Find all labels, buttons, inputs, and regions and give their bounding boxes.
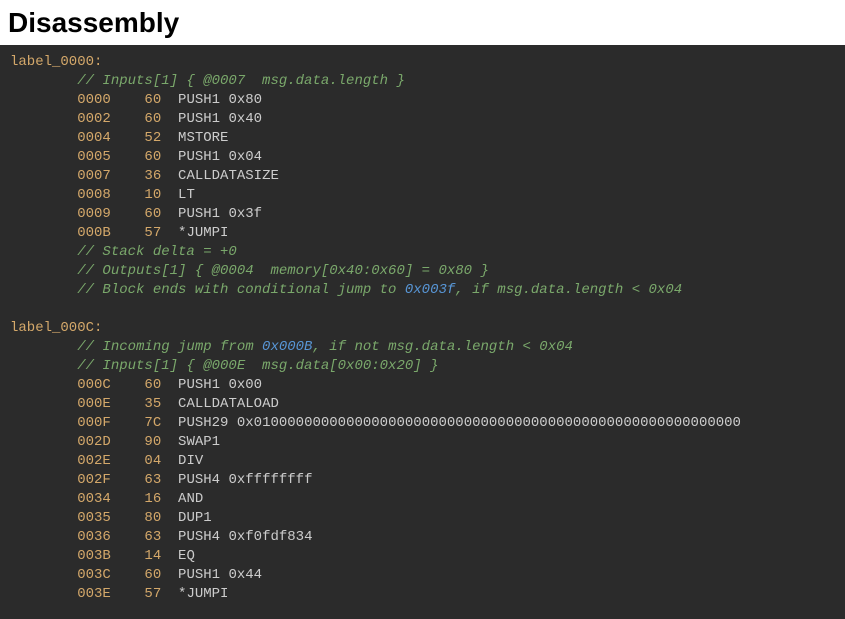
offset: 0002 bbox=[10, 111, 111, 127]
code-line: // Outputs[1] { @0004 memory[0x40:0x60] … bbox=[10, 262, 845, 281]
code-line: // Stack delta = +0 bbox=[10, 243, 845, 262]
opcode-mnemonic: PUSH1 0x40 bbox=[161, 111, 262, 127]
offset: 0008 bbox=[10, 187, 111, 203]
opcode-mnemonic: DUP1 bbox=[161, 510, 211, 526]
opcode-mnemonic: SWAP1 bbox=[161, 434, 220, 450]
offset: 000F bbox=[10, 415, 111, 431]
code-label: label_0000: bbox=[10, 53, 845, 72]
opcode-mnemonic: PUSH1 0x00 bbox=[161, 377, 262, 393]
opcode-mnemonic: PUSH1 0x04 bbox=[161, 149, 262, 165]
code-line: 002F 63 PUSH4 0xffffffff bbox=[10, 471, 845, 490]
opcode-mnemonic: CALLDATALOAD bbox=[161, 396, 279, 412]
opcode-byte: 10 bbox=[111, 187, 161, 203]
code-line: 0035 80 DUP1 bbox=[10, 509, 845, 528]
offset: 000B bbox=[10, 225, 111, 241]
code-line: 0009 60 PUSH1 0x3f bbox=[10, 205, 845, 224]
opcode-mnemonic: PUSH4 0xffffffff bbox=[161, 472, 312, 488]
offset: 003B bbox=[10, 548, 111, 564]
code-line: 000B 57 *JUMPI bbox=[10, 224, 845, 243]
offset: 000C bbox=[10, 377, 111, 393]
code-line: 002E 04 DIV bbox=[10, 452, 845, 471]
code-line: 000F 7C PUSH29 0x01000000000000000000000… bbox=[10, 414, 845, 433]
offset: 0000 bbox=[10, 92, 111, 108]
code-line: 0002 60 PUSH1 0x40 bbox=[10, 110, 845, 129]
code-label: label_000C: bbox=[10, 319, 845, 338]
opcode-byte: 04 bbox=[111, 453, 161, 469]
opcode-mnemonic: LT bbox=[161, 187, 195, 203]
offset: 002D bbox=[10, 434, 111, 450]
code-line: 0000 60 PUSH1 0x80 bbox=[10, 91, 845, 110]
code-line: 0034 16 AND bbox=[10, 490, 845, 509]
page-title: Disassembly bbox=[0, 0, 845, 45]
opcode-byte: 16 bbox=[111, 491, 161, 507]
code-line: 0004 52 MSTORE bbox=[10, 129, 845, 148]
opcode-byte: 63 bbox=[111, 472, 161, 488]
opcode-byte: 80 bbox=[111, 510, 161, 526]
opcode-byte: 57 bbox=[111, 225, 161, 241]
opcode-byte: 35 bbox=[111, 396, 161, 412]
offset: 000E bbox=[10, 396, 111, 412]
code-line: // Block ends with conditional jump to 0… bbox=[10, 281, 845, 300]
offset: 003C bbox=[10, 567, 111, 583]
offset: 0034 bbox=[10, 491, 111, 507]
code-line: 0036 63 PUSH4 0xf0fdf834 bbox=[10, 528, 845, 547]
code-line: 0007 36 CALLDATASIZE bbox=[10, 167, 845, 186]
code-line: 000C 60 PUSH1 0x00 bbox=[10, 376, 845, 395]
opcode-byte: 63 bbox=[111, 529, 161, 545]
opcode-mnemonic: PUSH1 0x44 bbox=[161, 567, 262, 583]
opcode-mnemonic: PUSH1 0x80 bbox=[161, 92, 262, 108]
opcode-mnemonic: DIV bbox=[161, 453, 203, 469]
opcode-byte: 60 bbox=[111, 92, 161, 108]
opcode-mnemonic: *JUMPI bbox=[161, 225, 228, 241]
offset: 0005 bbox=[10, 149, 111, 165]
opcode-mnemonic: AND bbox=[161, 491, 203, 507]
opcode-byte: 57 bbox=[111, 586, 161, 602]
offset: 0009 bbox=[10, 206, 111, 222]
opcode-mnemonic: *JUMPI bbox=[161, 586, 228, 602]
code-line: 003B 14 EQ bbox=[10, 547, 845, 566]
opcode-byte: 52 bbox=[111, 130, 161, 146]
opcode-mnemonic: PUSH29 0x0100000000000000000000000000000… bbox=[161, 415, 741, 431]
opcode-byte: 14 bbox=[111, 548, 161, 564]
opcode-byte: 60 bbox=[111, 206, 161, 222]
code-line: // Inputs[1] { @000E msg.data[0x00:0x20]… bbox=[10, 357, 845, 376]
opcode-mnemonic: MSTORE bbox=[161, 130, 228, 146]
opcode-mnemonic: EQ bbox=[161, 548, 195, 564]
offset: 0007 bbox=[10, 168, 111, 184]
jump-reference[interactable]: 0x000B bbox=[262, 339, 312, 355]
opcode-byte: 90 bbox=[111, 434, 161, 450]
opcode-byte: 36 bbox=[111, 168, 161, 184]
code-line: // Inputs[1] { @0007 msg.data.length } bbox=[10, 72, 845, 91]
offset: 0035 bbox=[10, 510, 111, 526]
disassembly-listing: label_0000: // Inputs[1] { @0007 msg.dat… bbox=[0, 45, 845, 604]
offset: 003E bbox=[10, 586, 111, 602]
offset: 0004 bbox=[10, 130, 111, 146]
opcode-byte: 7C bbox=[111, 415, 161, 431]
opcode-byte: 60 bbox=[111, 377, 161, 393]
code-line: 003E 57 *JUMPI bbox=[10, 585, 845, 604]
offset: 0036 bbox=[10, 529, 111, 545]
code-line: 003C 60 PUSH1 0x44 bbox=[10, 566, 845, 585]
opcode-byte: 60 bbox=[111, 567, 161, 583]
opcode-byte: 60 bbox=[111, 111, 161, 127]
jump-reference[interactable]: 0x003f bbox=[405, 282, 455, 298]
code-line: 0008 10 LT bbox=[10, 186, 845, 205]
code-line: 000E 35 CALLDATALOAD bbox=[10, 395, 845, 414]
offset: 002E bbox=[10, 453, 111, 469]
opcode-byte: 60 bbox=[111, 149, 161, 165]
opcode-mnemonic: CALLDATASIZE bbox=[161, 168, 279, 184]
opcode-mnemonic: PUSH4 0xf0fdf834 bbox=[161, 529, 312, 545]
code-line: 002D 90 SWAP1 bbox=[10, 433, 845, 452]
opcode-mnemonic: PUSH1 0x3f bbox=[161, 206, 262, 222]
offset: 002F bbox=[10, 472, 111, 488]
code-line: 0005 60 PUSH1 0x04 bbox=[10, 148, 845, 167]
code-line: // Incoming jump from 0x000B, if not msg… bbox=[10, 338, 845, 357]
